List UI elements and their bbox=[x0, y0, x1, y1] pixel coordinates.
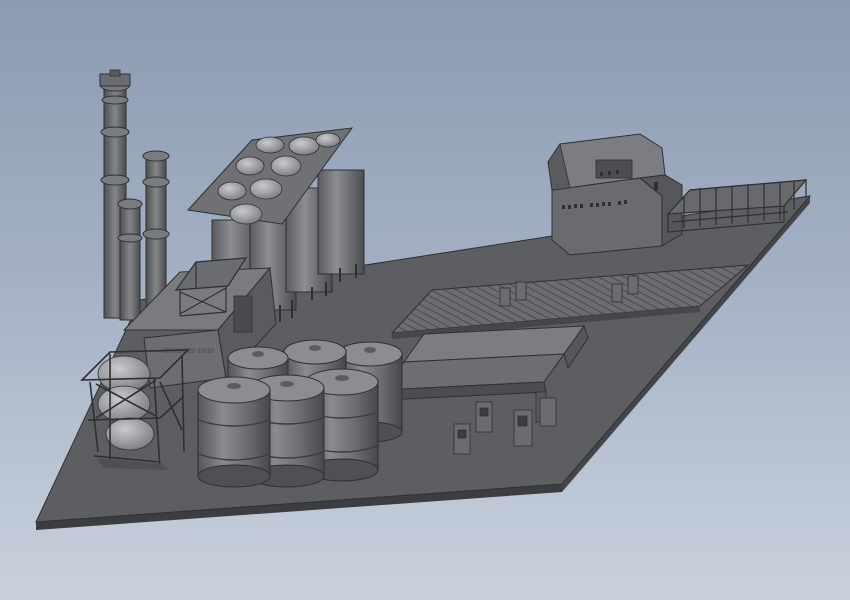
chimney-stacks[interactable] bbox=[99, 69, 170, 321]
storage-tanks[interactable] bbox=[197, 339, 403, 488]
3d-model-scene[interactable]: ▯▯▯▯▯▯▯▯▯▯ ▯▯▯▯▯ bbox=[0, 0, 850, 600]
storage-tank-front-1[interactable] bbox=[197, 376, 271, 488]
warehouse-building[interactable] bbox=[547, 133, 683, 256]
cad-viewport[interactable]: ▯▯▯▯▯▯▯▯▯▯ ▯▯▯▯▯ bbox=[0, 0, 850, 600]
